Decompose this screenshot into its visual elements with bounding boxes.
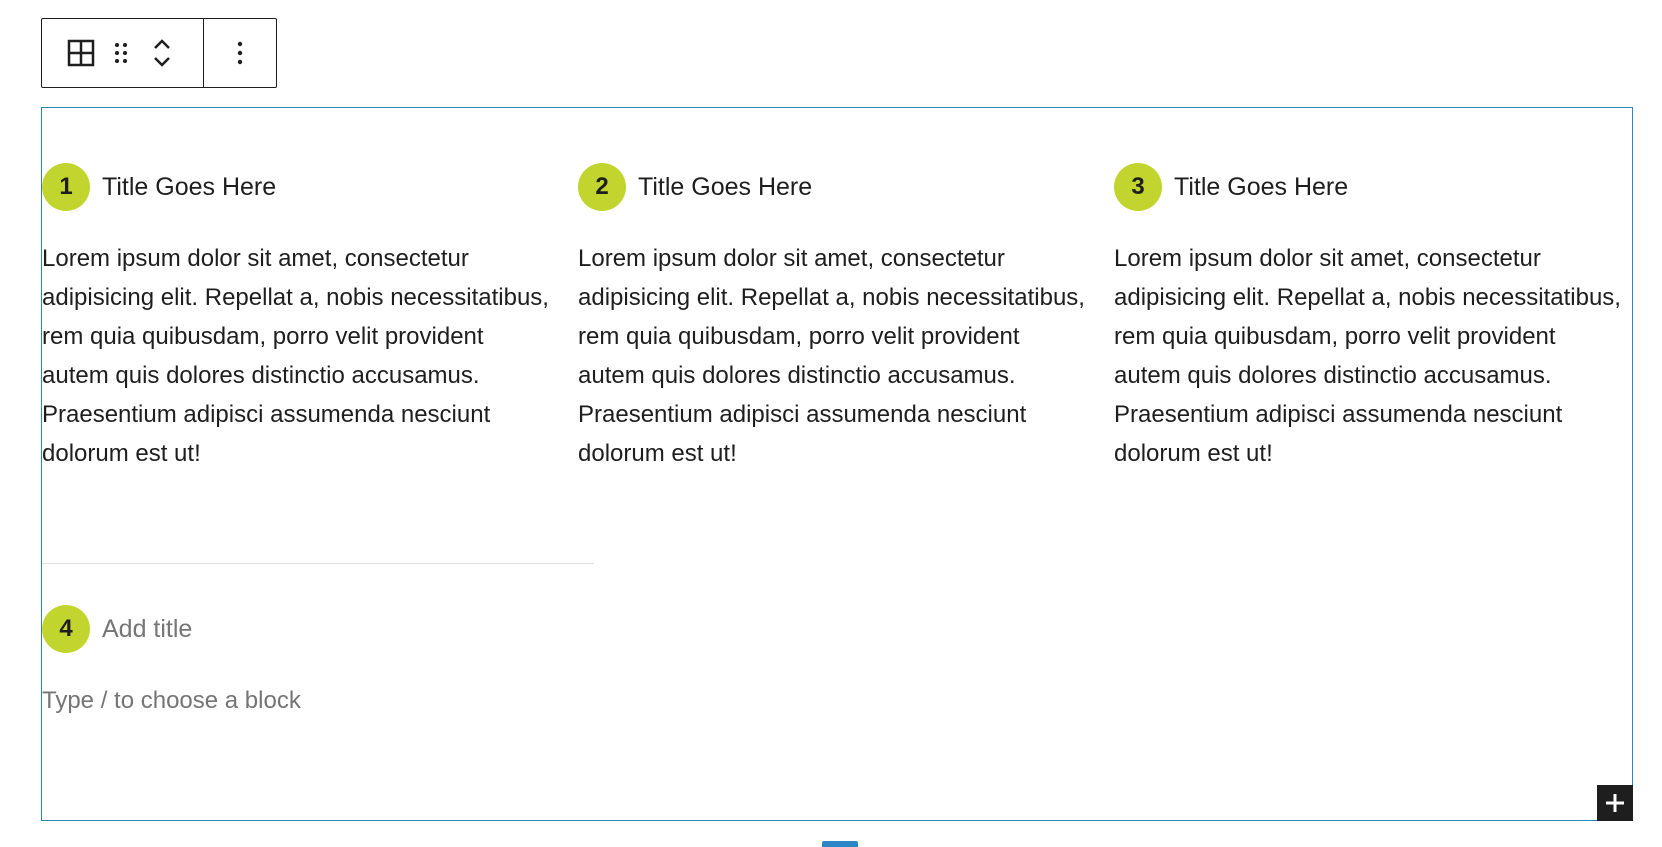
next-block-indicator xyxy=(822,841,858,847)
drag-handle-icon xyxy=(115,43,127,63)
toolbar-options-group xyxy=(204,19,276,87)
block-type-button[interactable] xyxy=(62,19,100,87)
numbered-item-4[interactable]: 4 Add title Type / to choose a block xyxy=(42,605,552,720)
item-header: 1 Title Goes Here xyxy=(42,163,552,211)
item-title[interactable]: Title Goes Here xyxy=(1174,173,1348,202)
table-grid-icon xyxy=(67,39,95,67)
numbered-item-2[interactable]: 2 Title Goes Here Lorem ipsum dolor sit … xyxy=(578,163,1088,473)
toolbar-main-group xyxy=(42,19,204,87)
more-options-button[interactable] xyxy=(204,19,276,87)
item-header: 3 Title Goes Here xyxy=(1114,163,1624,211)
number-badge: 2 xyxy=(578,163,626,211)
numbered-item-3[interactable]: 3 Title Goes Here Lorem ipsum dolor sit … xyxy=(1114,163,1624,473)
item-body[interactable]: Lorem ipsum dolor sit amet, consectetur … xyxy=(578,239,1088,473)
row-divider xyxy=(42,563,594,564)
item-header: 4 Add title xyxy=(42,605,552,653)
number-badge: 1 xyxy=(42,163,90,211)
drag-handle-button[interactable] xyxy=(100,19,142,87)
item-body[interactable]: Lorem ipsum dolor sit amet, consectetur … xyxy=(1114,239,1624,473)
number-badge: 3 xyxy=(1114,163,1162,211)
title-placeholder[interactable]: Add title xyxy=(102,615,192,644)
block-inserter-button[interactable] xyxy=(1597,785,1633,821)
plus-icon xyxy=(1606,794,1624,812)
numbered-item-1[interactable]: 1 Title Goes Here Lorem ipsum dolor sit … xyxy=(42,163,552,473)
item-title[interactable]: Title Goes Here xyxy=(102,173,276,202)
block-mover xyxy=(142,19,182,87)
item-title[interactable]: Title Goes Here xyxy=(638,173,812,202)
number-badge: 4 xyxy=(42,605,90,653)
item-header: 2 Title Goes Here xyxy=(578,163,1088,211)
block-toolbar xyxy=(41,18,277,88)
more-vertical-icon xyxy=(237,41,243,65)
chevron-down-icon[interactable] xyxy=(152,56,172,68)
numbered-items-block[interactable]: 1 Title Goes Here Lorem ipsum dolor sit … xyxy=(41,107,1633,821)
item-body[interactable]: Lorem ipsum dolor sit amet, consectetur … xyxy=(42,239,552,473)
chevron-up-icon[interactable] xyxy=(152,38,172,50)
block-appender-placeholder[interactable]: Type / to choose a block xyxy=(42,681,552,720)
